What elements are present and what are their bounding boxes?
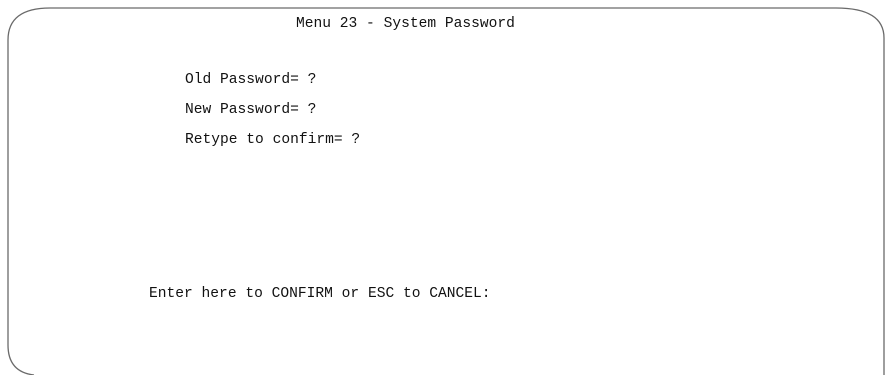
- confirm-cancel-prompt[interactable]: Enter here to CONFIRM or ESC to CANCEL:: [149, 284, 501, 303]
- menu-frame-border: [7, 7, 885, 375]
- new-password-label: New Password=: [185, 102, 299, 118]
- menu-title: Menu 23 - System Password: [296, 16, 515, 32]
- retype-password-label: Retype to confirm=: [185, 132, 343, 148]
- new-password-input[interactable]: ?: [308, 102, 317, 118]
- old-password-input[interactable]: ?: [308, 72, 317, 88]
- cursor-caret: [493, 284, 501, 299]
- old-password-label: Old Password=: [185, 72, 299, 88]
- confirm-prompt-text: Enter here to CONFIRM or ESC to CANCEL:: [149, 286, 491, 302]
- new-password-field[interactable]: New Password= ?: [185, 101, 316, 119]
- old-password-field[interactable]: Old Password= ?: [185, 71, 316, 89]
- retype-password-field[interactable]: Retype to confirm= ?: [185, 131, 360, 149]
- retype-password-input[interactable]: ?: [351, 132, 360, 148]
